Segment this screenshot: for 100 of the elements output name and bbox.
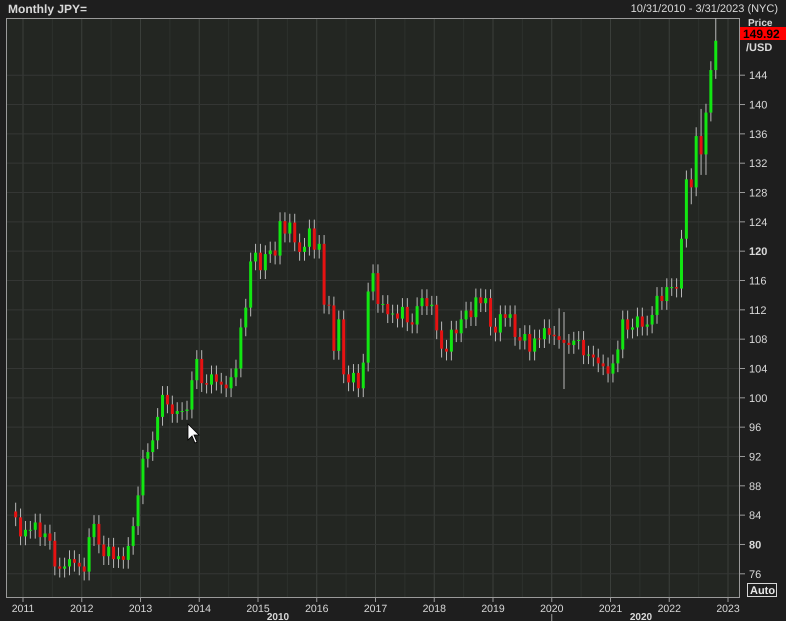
candlestick bbox=[646, 315, 649, 336]
candlestick bbox=[107, 537, 110, 566]
year-label: 2017 bbox=[364, 603, 388, 615]
year-label: 2014 bbox=[188, 603, 211, 615]
year-label: 2021 bbox=[598, 603, 622, 615]
candlestick bbox=[400, 298, 404, 328]
candlestick bbox=[514, 304, 517, 346]
candlestick bbox=[611, 354, 614, 383]
candlestick bbox=[464, 301, 468, 329]
candlestick bbox=[293, 213, 296, 252]
year-label: 2020 bbox=[540, 603, 564, 615]
candlestick bbox=[151, 431, 154, 462]
candlestick bbox=[220, 372, 223, 394]
candlestick bbox=[327, 295, 330, 315]
candlestick bbox=[116, 546, 120, 568]
candlestick bbox=[48, 524, 52, 550]
candlestick bbox=[430, 295, 434, 316]
candlestick bbox=[72, 550, 76, 572]
price-tick-label: 104 bbox=[749, 364, 768, 376]
cursor-icon bbox=[188, 423, 200, 444]
candlestick bbox=[318, 234, 321, 260]
price-tick-label: 84 bbox=[749, 510, 762, 522]
price-tick-label: 76 bbox=[749, 568, 762, 581]
candlestick bbox=[82, 557, 86, 581]
candlestick bbox=[24, 520, 27, 546]
candlestick bbox=[92, 514, 96, 546]
candlestick bbox=[180, 402, 184, 420]
candlestick bbox=[567, 334, 570, 354]
candlestick bbox=[656, 286, 659, 324]
candlestick bbox=[494, 317, 497, 342]
candlestick bbox=[592, 345, 595, 367]
price-tick-label: 80 bbox=[749, 539, 762, 552]
candlestick bbox=[254, 243, 258, 271]
candlestick bbox=[640, 307, 644, 336]
candlestick bbox=[63, 557, 66, 578]
year-label: 2018 bbox=[422, 603, 446, 615]
candlestick bbox=[97, 514, 100, 554]
candlestick bbox=[186, 400, 189, 420]
auto-button[interactable]: Auto bbox=[747, 583, 777, 597]
candlestick bbox=[312, 219, 316, 260]
candlestick bbox=[210, 365, 213, 394]
price-tick-label: 108 bbox=[749, 334, 768, 346]
candlestick bbox=[288, 213, 292, 243]
candlestick bbox=[214, 365, 218, 391]
candlestick bbox=[230, 368, 233, 398]
candlestick bbox=[406, 298, 409, 332]
candlestick bbox=[631, 318, 634, 339]
axis-caption: Price bbox=[748, 18, 772, 29]
candlestick bbox=[298, 233, 302, 262]
candlestick bbox=[410, 313, 414, 334]
candlestick bbox=[146, 442, 150, 468]
price-tick-label: 124 bbox=[749, 216, 768, 229]
price-tick-label: 140 bbox=[749, 100, 768, 112]
candlestick bbox=[636, 307, 639, 337]
candlestick bbox=[308, 219, 311, 256]
candlestick bbox=[504, 304, 507, 328]
last-price-badge: 149.92 bbox=[740, 27, 786, 41]
year-label: 2023 bbox=[716, 603, 740, 615]
candlestick bbox=[690, 168, 693, 205]
candlestick bbox=[356, 364, 360, 398]
candlestick bbox=[170, 395, 174, 424]
candlestick bbox=[538, 329, 542, 348]
candlestick bbox=[372, 264, 375, 301]
candlestick bbox=[616, 340, 620, 373]
price-tick-label: 100 bbox=[749, 392, 768, 405]
candlestick bbox=[14, 502, 18, 527]
candlestick bbox=[58, 557, 62, 578]
year-label: 2012 bbox=[70, 603, 94, 615]
candlestick bbox=[582, 330, 586, 365]
chart-title: Monthly JPY= bbox=[8, 1, 88, 18]
candlestick bbox=[274, 241, 277, 265]
price-tick-label: 144 bbox=[749, 70, 768, 82]
candlestick bbox=[523, 324, 526, 350]
candlestick bbox=[34, 513, 37, 540]
candlestick bbox=[606, 356, 610, 383]
price-tick-label: 132 bbox=[749, 158, 768, 170]
candlestick bbox=[626, 310, 630, 339]
candlestick bbox=[508, 304, 512, 328]
candlestick bbox=[78, 554, 81, 576]
candlestick bbox=[283, 212, 286, 243]
candlestick bbox=[440, 321, 444, 358]
candlestick bbox=[44, 524, 47, 546]
candlestick bbox=[542, 318, 546, 348]
candlestick bbox=[126, 536, 130, 570]
candlestick bbox=[675, 278, 678, 298]
date-range: 10/31/2010 - 3/31/2023 (NYC) bbox=[630, 2, 778, 17]
candlestick bbox=[420, 288, 424, 316]
candlestick bbox=[161, 386, 164, 426]
candlestick bbox=[586, 345, 590, 365]
year-label: 2022 bbox=[658, 603, 681, 615]
candlestick bbox=[122, 546, 125, 570]
price-tick-label: 120 bbox=[749, 246, 768, 258]
candlestick bbox=[518, 328, 522, 350]
candlestick bbox=[195, 350, 198, 390]
candlestick bbox=[166, 386, 169, 414]
candlestick bbox=[454, 320, 458, 343]
price-tick-label: 128 bbox=[749, 188, 768, 200]
decade-label: 2020 bbox=[630, 612, 652, 621]
candlestick bbox=[258, 243, 262, 280]
candlestick bbox=[112, 537, 116, 568]
